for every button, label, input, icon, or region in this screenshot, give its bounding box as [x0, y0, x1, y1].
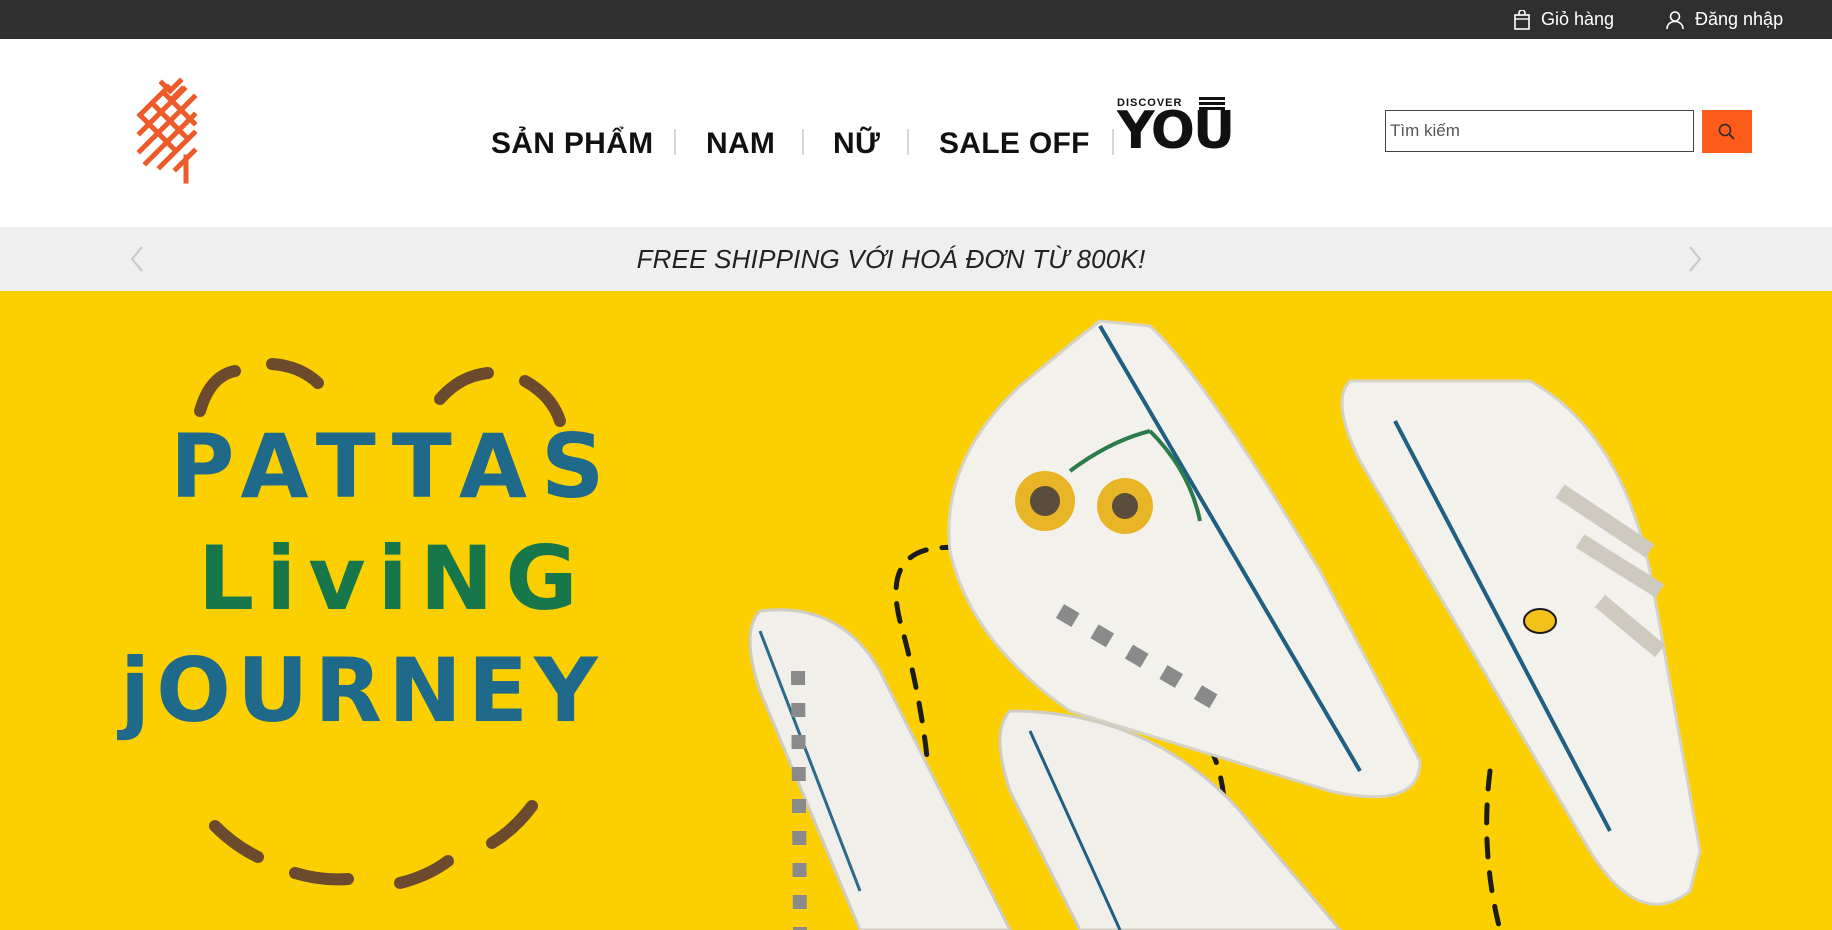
nav-sale-off[interactable]: SALE OFF [939, 127, 1090, 161]
shopping-bag-icon [1514, 9, 1530, 30]
nav-divider [674, 129, 676, 155]
search-input[interactable] [1385, 110, 1694, 152]
hero-title-line-3: jOURNEY [120, 639, 604, 742]
nav-nam[interactable]: NAM [706, 127, 775, 161]
discover-stripes [1199, 97, 1225, 110]
hero-title-line-2: LiviNG [198, 527, 590, 630]
nav-divider [802, 129, 804, 155]
top-bar: Giỏ hàng Đăng nhập [0, 0, 1832, 39]
promo-text: FREE SHIPPING VỚI HOÁ ĐƠN TỪ 800K! [636, 243, 1146, 274]
hero-title: PATTAS LiviNG jOURNEY [120, 411, 680, 747]
chevron-right-icon[interactable] [1676, 241, 1712, 277]
brand-logo[interactable] [134, 77, 204, 192]
search-button[interactable] [1702, 110, 1752, 153]
cart-link[interactable]: Giỏ hàng [1513, 0, 1614, 39]
login-link[interactable]: Đăng nhập [1665, 0, 1783, 39]
sneaker-shape [748, 608, 1012, 930]
hero-banner[interactable]: PATTAS LiviNG jOURNEY [0, 291, 1832, 930]
sneaker-shape [1340, 379, 1702, 906]
login-label: Đăng nhập [1695, 9, 1784, 29]
pineapple-logo-icon [136, 77, 198, 184]
chevron-left-icon[interactable] [120, 241, 156, 277]
hero-title-line-1: PATTAS [170, 415, 619, 518]
user-icon [1666, 10, 1684, 29]
site-header: SẢN PHẨM NAM NỮ SALE OFF DISCOVER YOU [0, 39, 1832, 227]
nav-san-pham[interactable]: SẢN PHẨM [491, 127, 653, 161]
nav-nu[interactable]: NỮ [833, 127, 880, 161]
cart-label: Giỏ hàng [1541, 9, 1615, 29]
discover-big-text: YOU [1117, 101, 1235, 161]
discover-you-logo[interactable]: DISCOVER YOU [1117, 97, 1235, 161]
nav-divider [907, 129, 909, 155]
search-icon [1718, 123, 1735, 140]
promo-strip: FREE SHIPPING VỚI HOÁ ĐƠN TỪ 800K! [0, 227, 1832, 291]
nav-divider [1112, 129, 1114, 155]
